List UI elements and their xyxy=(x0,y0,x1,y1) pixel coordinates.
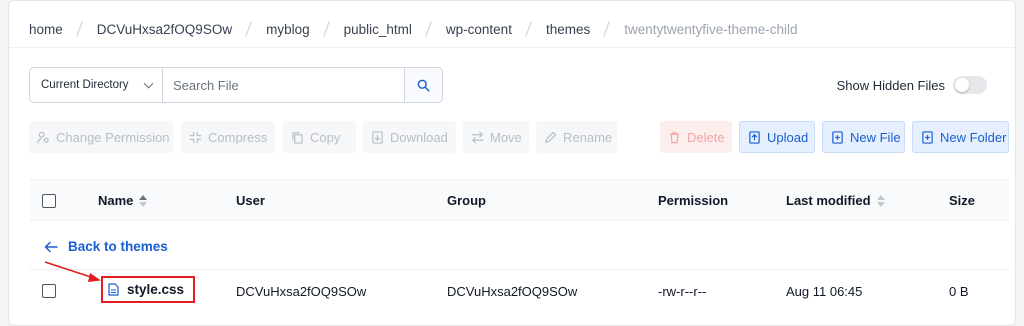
file-size: 0 B xyxy=(949,284,969,299)
compress-icon xyxy=(189,131,202,143)
column-size: Size xyxy=(949,193,975,208)
sort-icon xyxy=(139,194,148,207)
rename-button[interactable]: Rename xyxy=(536,121,617,153)
column-permission-label: Permission xyxy=(658,193,729,208)
move-button[interactable]: Move xyxy=(463,121,529,153)
upload-icon xyxy=(749,130,760,144)
breadcrumb-separator xyxy=(75,21,85,37)
breadcrumb-separator xyxy=(322,21,332,37)
file-name: style.css xyxy=(127,282,185,297)
column-user: User xyxy=(236,193,265,208)
upload-label: Upload xyxy=(767,129,809,145)
select-all-checkbox[interactable] xyxy=(42,194,56,208)
delete-button[interactable]: Delete xyxy=(660,121,732,153)
file-icon xyxy=(108,283,119,296)
search-bar: Current Directory xyxy=(29,67,443,103)
column-user-label: User xyxy=(236,193,265,208)
new-file-label: New File xyxy=(850,129,901,145)
breadcrumb-themes[interactable]: themes xyxy=(546,22,590,37)
breadcrumb-separator xyxy=(244,21,254,37)
download-label: Download xyxy=(390,129,448,145)
new-folder-label: New Folder xyxy=(940,129,1007,145)
column-last-modified-label: Last modified xyxy=(786,193,871,208)
move-arrows-icon xyxy=(471,131,484,143)
delete-label: Delete xyxy=(687,129,725,145)
sort-icon xyxy=(876,194,885,207)
breadcrumb-current: twentytwentyfive-theme-child xyxy=(624,21,798,37)
column-group-label: Group xyxy=(447,193,486,208)
copy-button[interactable]: Copy xyxy=(283,121,356,153)
breadcrumb-separator xyxy=(602,21,612,37)
column-last-modified[interactable]: Last modified xyxy=(786,193,885,208)
new-file-button[interactable]: New File xyxy=(822,121,905,153)
back-to-themes-link[interactable]: Back to themes xyxy=(44,239,168,254)
breadcrumb-separator xyxy=(524,21,534,37)
breadcrumb-public-html[interactable]: public_html xyxy=(344,22,412,37)
divider xyxy=(9,47,1015,48)
table-row[interactable]: style.css DCVuHxsa2fOQ9SOw DCVuHxsa2fOQ9… xyxy=(29,270,1009,314)
change-permission-button[interactable]: Change Permission xyxy=(29,121,173,153)
breadcrumb-myblog[interactable]: myblog xyxy=(266,22,310,37)
trash-icon xyxy=(669,131,680,143)
search-input[interactable] xyxy=(163,68,404,102)
copy-label: Copy xyxy=(310,129,341,145)
breadcrumb: home DCVuHxsa2fOQ9SOw myblog public_html… xyxy=(29,19,798,39)
show-hidden-files-toggle[interactable] xyxy=(953,76,987,94)
rename-label: Rename xyxy=(563,129,613,145)
column-name-label: Name xyxy=(98,193,134,208)
back-link-label: Back to themes xyxy=(68,239,168,254)
user-key-icon xyxy=(37,131,49,143)
red-arrow-annotation xyxy=(44,261,101,282)
search-scope-select[interactable]: Current Directory xyxy=(30,68,163,102)
toolbar: Change Permission Compress Copy Download… xyxy=(29,121,1009,153)
folder-plus-icon xyxy=(922,130,933,144)
file-user: DCVuHxsa2fOQ9SOw xyxy=(236,284,367,299)
show-hidden-files-label: Show Hidden Files xyxy=(836,77,945,93)
file-permission: -rw-r--r-- xyxy=(658,284,707,299)
search-icon xyxy=(417,79,430,92)
column-permission: Permission xyxy=(658,193,728,208)
compress-button[interactable]: Compress xyxy=(181,121,275,153)
pencil-icon xyxy=(544,131,557,143)
upload-button[interactable]: Upload xyxy=(739,121,815,153)
move-label: Move xyxy=(490,129,522,145)
file-plus-icon xyxy=(832,130,843,144)
row-checkbox[interactable] xyxy=(42,284,56,298)
file-last-modified: Aug 11 06:45 xyxy=(786,284,863,299)
breadcrumb-separator xyxy=(424,21,434,37)
column-name[interactable]: Name xyxy=(98,193,148,208)
copy-icon xyxy=(292,131,303,144)
chevron-down-icon xyxy=(143,78,154,88)
breadcrumb-wp-content[interactable]: wp-content xyxy=(446,22,512,37)
compress-label: Compress xyxy=(208,129,268,145)
column-size-label: Size xyxy=(949,193,976,208)
file-manager-panel: home DCVuHxsa2fOQ9SOw myblog public_html… xyxy=(8,0,1016,326)
change-permission-label: Change Permission xyxy=(56,129,170,145)
breadcrumb-home[interactable]: home xyxy=(29,22,63,37)
search-button[interactable] xyxy=(404,68,442,102)
table-header: Name User Group Permission Last modified… xyxy=(29,179,1009,221)
file-group: DCVuHxsa2fOQ9SOw xyxy=(447,284,578,299)
download-icon xyxy=(372,130,383,144)
new-folder-button[interactable]: New Folder xyxy=(912,121,1009,153)
column-group: Group xyxy=(447,193,486,208)
download-button[interactable]: Download xyxy=(363,121,456,153)
arrow-left-icon xyxy=(44,241,58,252)
show-hidden-files: Show Hidden Files xyxy=(837,76,987,94)
file-name-highlighted[interactable]: style.css xyxy=(101,276,195,303)
search-scope-label: Current Directory xyxy=(41,79,129,91)
breadcrumb-account[interactable]: DCVuHxsa2fOQ9SOw xyxy=(97,22,232,37)
